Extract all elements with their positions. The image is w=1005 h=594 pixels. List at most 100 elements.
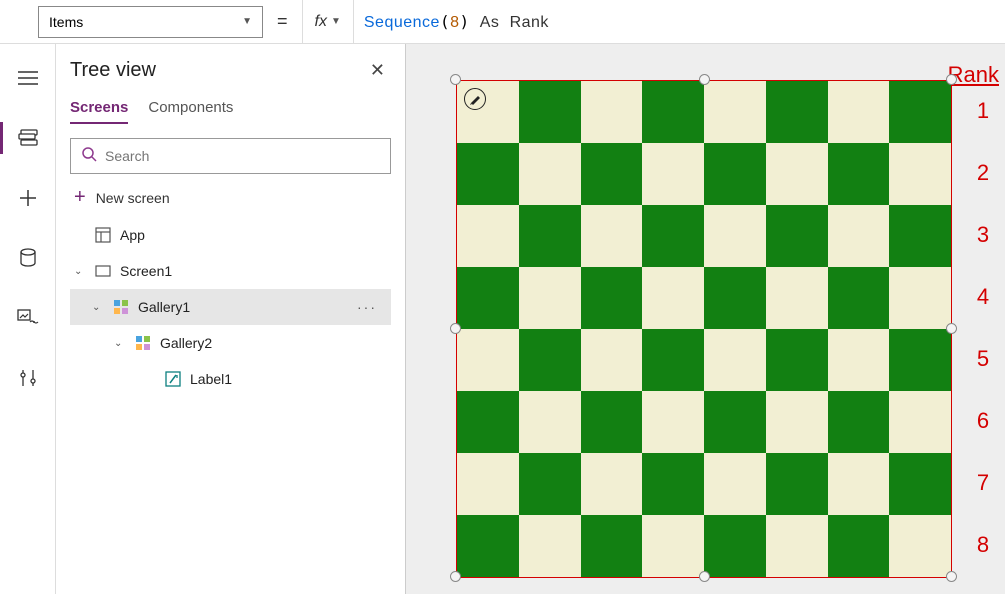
board-cell[interactable] (519, 515, 581, 577)
board-cell[interactable] (828, 81, 890, 143)
board-cell[interactable] (581, 329, 643, 391)
rank-row[interactable] (457, 143, 951, 205)
tree-node-gallery2[interactable]: ⌄ Gallery2 (70, 325, 391, 361)
board-cell[interactable] (889, 453, 951, 515)
more-icon[interactable]: ··· (357, 299, 377, 315)
formula-input[interactable]: Sequence(8) As Rank (354, 12, 549, 32)
board-cell[interactable] (766, 329, 828, 391)
board-cell[interactable] (889, 143, 951, 205)
board-cell[interactable] (581, 143, 643, 205)
tab-components[interactable]: Components (148, 99, 233, 124)
tree-node-label1[interactable]: Label1 (70, 361, 391, 397)
rail-data[interactable] (8, 238, 48, 278)
resize-handle[interactable] (946, 571, 957, 582)
rail-tree-view[interactable] (8, 118, 48, 158)
close-icon[interactable]: ✕ (364, 54, 391, 87)
board-cell[interactable] (828, 391, 890, 453)
board-cell[interactable] (642, 81, 704, 143)
board-cell[interactable] (457, 453, 519, 515)
board-cell[interactable] (828, 267, 890, 329)
board-cell[interactable] (828, 205, 890, 267)
chevron-down-icon[interactable]: ⌄ (92, 302, 106, 313)
canvas-area[interactable]: Rank 12345678 (406, 44, 1005, 594)
rail-settings-advanced[interactable] (8, 358, 48, 398)
board-cell[interactable] (642, 329, 704, 391)
search-box[interactable] (70, 138, 391, 174)
board-cell[interactable] (581, 267, 643, 329)
board-cell[interactable] (457, 143, 519, 205)
chevron-down-icon[interactable]: ⌄ (114, 338, 128, 349)
resize-handle[interactable] (699, 74, 710, 85)
board-cell[interactable] (889, 205, 951, 267)
board-cell[interactable] (642, 267, 704, 329)
board-cell[interactable] (828, 329, 890, 391)
board-cell[interactable] (704, 81, 766, 143)
gallery-on-canvas[interactable]: 12345678 (456, 80, 952, 578)
chessboard[interactable] (456, 80, 952, 578)
search-input[interactable] (105, 148, 380, 164)
board-cell[interactable] (457, 267, 519, 329)
board-cell[interactable] (642, 453, 704, 515)
board-cell[interactable] (766, 205, 828, 267)
tree-node-gallery1[interactable]: ⌄ Gallery1 ··· (70, 289, 391, 325)
board-cell[interactable] (704, 329, 766, 391)
edit-template-icon[interactable] (464, 88, 486, 110)
board-cell[interactable] (704, 391, 766, 453)
board-cell[interactable] (889, 391, 951, 453)
board-cell[interactable] (828, 453, 890, 515)
resize-handle[interactable] (946, 74, 957, 85)
rail-hamburger[interactable] (8, 58, 48, 98)
board-cell[interactable] (519, 267, 581, 329)
fx-dropdown[interactable]: fx ▼ (302, 0, 354, 44)
board-cell[interactable] (457, 391, 519, 453)
resize-handle[interactable] (699, 571, 710, 582)
board-cell[interactable] (889, 267, 951, 329)
board-cell[interactable] (889, 81, 951, 143)
board-cell[interactable] (519, 205, 581, 267)
board-cell[interactable] (704, 515, 766, 577)
rail-insert[interactable] (8, 178, 48, 218)
property-select[interactable]: Items ▼ (38, 6, 263, 38)
board-cell[interactable] (581, 205, 643, 267)
rank-row[interactable] (457, 453, 951, 515)
board-cell[interactable] (581, 391, 643, 453)
board-cell[interactable] (642, 515, 704, 577)
rank-row[interactable] (457, 515, 951, 577)
new-screen-button[interactable]: + New screen (74, 186, 391, 209)
board-cell[interactable] (642, 143, 704, 205)
resize-handle[interactable] (450, 323, 461, 334)
resize-handle[interactable] (946, 323, 957, 334)
rank-row[interactable] (457, 267, 951, 329)
board-cell[interactable] (766, 453, 828, 515)
board-cell[interactable] (704, 267, 766, 329)
board-cell[interactable] (519, 81, 581, 143)
resize-handle[interactable] (450, 571, 461, 582)
rank-row[interactable] (457, 205, 951, 267)
board-cell[interactable] (766, 391, 828, 453)
board-cell[interactable] (581, 81, 643, 143)
resize-handle[interactable] (450, 74, 461, 85)
rank-row[interactable] (457, 81, 951, 143)
board-cell[interactable] (581, 453, 643, 515)
board-cell[interactable] (704, 453, 766, 515)
board-cell[interactable] (889, 515, 951, 577)
board-cell[interactable] (766, 81, 828, 143)
board-cell[interactable] (457, 329, 519, 391)
board-cell[interactable] (766, 515, 828, 577)
board-cell[interactable] (519, 329, 581, 391)
board-cell[interactable] (766, 143, 828, 205)
rail-media[interactable] (8, 298, 48, 338)
board-cell[interactable] (889, 329, 951, 391)
board-cell[interactable] (828, 143, 890, 205)
board-cell[interactable] (704, 205, 766, 267)
board-cell[interactable] (704, 143, 766, 205)
board-cell[interactable] (519, 391, 581, 453)
tree-node-screen1[interactable]: ⌄ Screen1 (70, 253, 391, 289)
board-cell[interactable] (642, 205, 704, 267)
board-cell[interactable] (828, 515, 890, 577)
board-cell[interactable] (457, 515, 519, 577)
board-cell[interactable] (519, 453, 581, 515)
board-cell[interactable] (642, 391, 704, 453)
board-cell[interactable] (519, 143, 581, 205)
board-cell[interactable] (766, 267, 828, 329)
